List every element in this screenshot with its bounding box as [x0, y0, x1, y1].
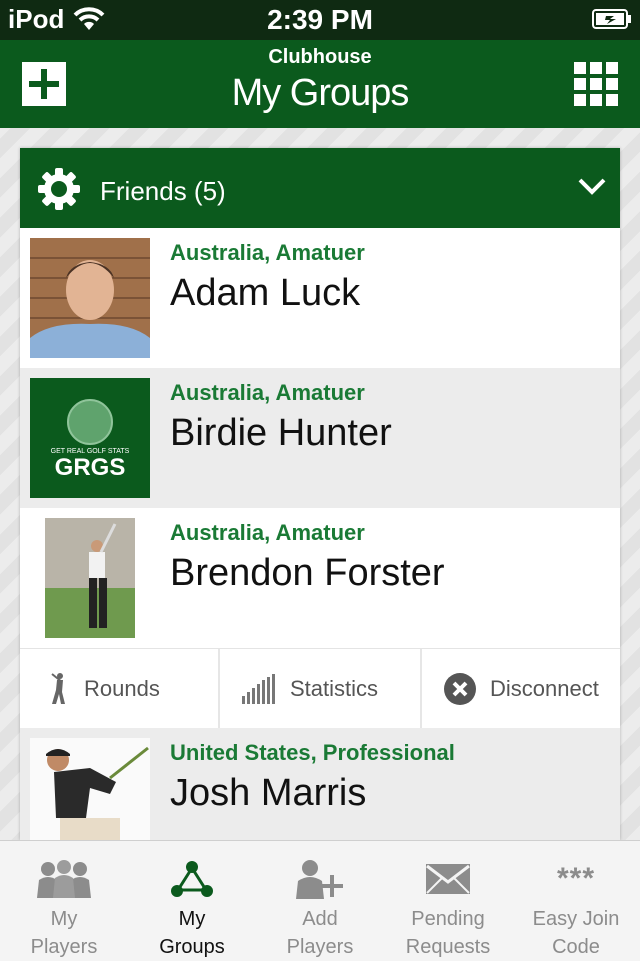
tab-pending-requests[interactable]: Pending Requests [384, 841, 512, 961]
bar-chart-icon [242, 674, 276, 704]
divider [420, 649, 422, 729]
divider [218, 649, 220, 729]
chevron-down-icon[interactable] [578, 176, 606, 201]
player-meta: Australia, Amatuer [170, 240, 365, 265]
players-icon [0, 857, 128, 901]
tab-label-line2: Players [30, 936, 98, 958]
grid-icon [574, 62, 586, 74]
player-actions: Rounds Statistics Disconnect [20, 648, 620, 729]
tab-label-line2: Code [552, 936, 600, 958]
battery-icon [592, 8, 632, 35]
grgs-logo: GRGS [54, 454, 126, 481]
golfer-icon [48, 672, 70, 706]
player-meta: Australia, Amatuer [170, 520, 365, 545]
player-photo: GET REAL GOLF STATS GRGS [30, 378, 150, 498]
player-photo [30, 738, 150, 840]
tab-label-line1: Add [302, 908, 338, 930]
tab-label-line2: Groups [159, 936, 225, 958]
page-title: My Groups [231, 72, 410, 114]
statistics-button[interactable]: Statistics [242, 649, 422, 729]
tab-label-line1: Easy Join [532, 908, 620, 930]
tab-label-line1: My [50, 908, 78, 930]
asterisks-text: *** [556, 862, 596, 895]
player-row-josh-marris[interactable]: United States, Professional Josh Marris [20, 728, 620, 840]
rounds-label: Rounds [84, 676, 160, 701]
tab-label-line2: Requests [405, 936, 491, 958]
tab-my-players[interactable]: My Players [0, 841, 128, 961]
player-row-adam-luck[interactable]: Australia, Amatuer Adam Luck [20, 228, 620, 368]
close-circle-icon [444, 673, 476, 705]
player-name: Brendon Forster [170, 552, 445, 594]
asterisks-icon: *** [512, 857, 640, 901]
add-player-icon [256, 857, 384, 901]
rounds-button[interactable]: Rounds [48, 649, 218, 729]
player-name: Adam Luck [170, 272, 361, 314]
tab-label-line1: Pending [411, 908, 485, 930]
player-name: Birdie Hunter [170, 412, 392, 454]
grid-menu-button[interactable] [574, 62, 618, 106]
player-meta: Australia, Amatuer [170, 380, 365, 405]
tab-add-players[interactable]: Add Players [256, 841, 384, 961]
disconnect-button[interactable]: Disconnect [444, 649, 620, 729]
group-header[interactable]: Friends (5) [20, 148, 620, 228]
envelope-icon [384, 857, 512, 901]
player-row-brendon-forster[interactable]: Australia, Amatuer Brendon Forster [20, 508, 620, 648]
player-row-birdie-hunter[interactable]: GET REAL GOLF STATS GRGS Australia, Amat… [20, 368, 620, 508]
group-card: Friends (5) Australia, Amatuer Adam Luck [20, 148, 620, 840]
player-name: Josh Marris [170, 772, 367, 814]
status-bar: iPod 2:39 PM [0, 0, 640, 40]
nav-bar: Clubhouse My Groups [0, 40, 640, 128]
tab-easy-join-code[interactable]: *** Easy Join Code [512, 841, 640, 961]
player-meta: United States, Professional [170, 740, 455, 765]
tab-my-groups[interactable]: My Groups [128, 841, 256, 961]
clock: 2:39 PM [267, 4, 373, 35]
player-photo [45, 518, 135, 638]
groups-icon [128, 857, 256, 901]
tab-bar: My Players My Groups Add Players Pending… [0, 840, 640, 961]
disconnect-label: Disconnect [490, 676, 599, 701]
group-title: Friends (5) [100, 176, 226, 206]
gear-icon[interactable] [38, 168, 80, 215]
tab-label-line2: Players [286, 936, 354, 958]
nav-subtitle: Clubhouse [268, 46, 372, 68]
statistics-label: Statistics [290, 676, 379, 701]
tab-label-line1: My [178, 908, 206, 930]
player-photo [30, 238, 150, 358]
